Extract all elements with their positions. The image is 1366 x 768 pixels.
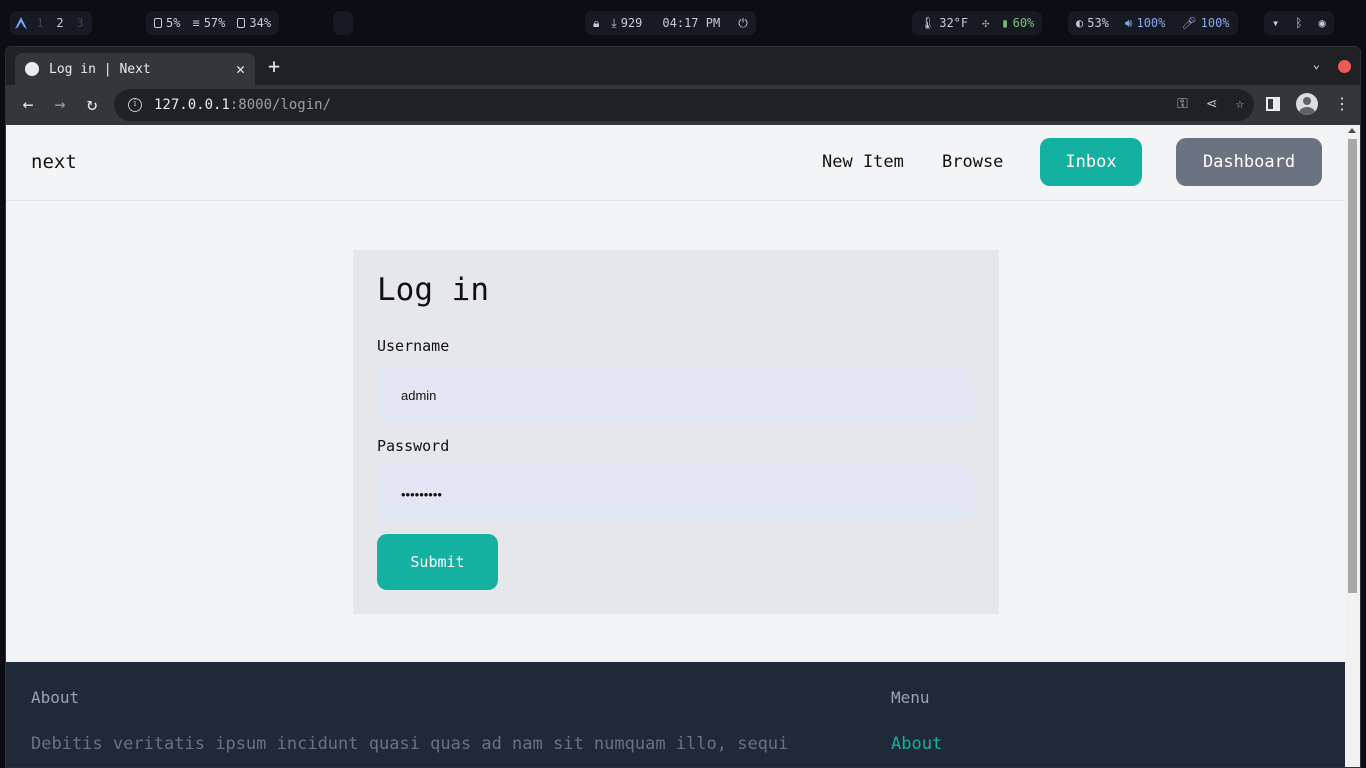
site-logo[interactable]: next <box>31 151 77 173</box>
hardware-module: 🌡︎ 32°F ✣ ▮ 60% <box>912 11 1043 35</box>
site-footer: About Debitis veritatis ipsum incidunt q… <box>6 662 1346 767</box>
back-icon[interactable]: ← <box>16 93 40 117</box>
nav-browse[interactable]: Browse <box>942 152 1003 172</box>
download-icon: ⤓ <box>611 15 617 30</box>
battery-value: 60% <box>1012 16 1035 30</box>
profile-icon[interactable] <box>1296 93 1318 115</box>
mic-icon: 🎤︎ <box>1181 16 1197 30</box>
workspace-1[interactable]: 1 <box>32 16 48 30</box>
info-icon[interactable]: i <box>128 98 142 112</box>
reload-icon[interactable]: ↻ <box>80 93 104 117</box>
fan-icon: ✣ <box>982 16 990 30</box>
scrollbar-thumb[interactable] <box>1348 139 1357 593</box>
url-path: :8000/login/ <box>229 97 332 113</box>
browser-toolbar: ← → ↻ i 127.0.0.1:8000/login/ ⚿ ⋖ ☆ ⋮ <box>6 85 1360 125</box>
empty-module <box>333 11 353 35</box>
url-host: 127.0.0.1 <box>154 97 230 113</box>
brightness-value[interactable]: 53% <box>1087 16 1109 30</box>
address-bar-actions: ⚿ ⋖ ☆ <box>1177 96 1244 112</box>
system-bar: 1 2 3 5% ≡ 57% 34% 🔒︎ ⤓ 929 04:17 PM ⏻ 🌡︎ 3… <box>0 0 1366 46</box>
kebab-menu-icon[interactable]: ⋮ <box>1334 96 1350 112</box>
arch-logo-icon[interactable] <box>14 16 28 30</box>
center-module: 🔒︎ ⤓ 929 04:17 PM ⏻ <box>585 11 756 35</box>
volume-value[interactable]: 100% <box>1136 16 1165 30</box>
scroll-up-arrow-icon[interactable] <box>1348 128 1356 133</box>
cpu-value: 5% <box>166 16 181 30</box>
key-icon[interactable]: ⚿ <box>1177 96 1188 112</box>
share-icon[interactable]: ⋖ <box>1206 96 1218 112</box>
workspace-3[interactable]: 3 <box>72 16 88 30</box>
tab-strip: Log in | Next ✕ + ⌄ <box>6 47 1360 85</box>
disk-value: 34% <box>249 16 272 30</box>
login-card: Log in Username Password Submit <box>353 250 999 614</box>
disk-icon <box>237 18 246 28</box>
battery-icon: ▮ <box>1001 16 1009 30</box>
downloads-value: 929 <box>620 16 643 30</box>
wifi-icon[interactable]: ▾ <box>1272 16 1279 30</box>
page-title: Log in <box>377 272 489 308</box>
volume-icon: 🔊︎ <box>1124 15 1133 30</box>
power-icon[interactable]: ⏻ <box>738 16 748 31</box>
globe-icon <box>25 62 39 76</box>
memory-icon: ≡ <box>192 16 200 30</box>
footer-about-text: Debitis veritatis ipsum incidunt quasi q… <box>31 734 789 754</box>
workspace-2[interactable]: 2 <box>52 16 68 30</box>
password-input[interactable] <box>377 466 973 522</box>
username-input[interactable] <box>377 367 973 423</box>
toolbar-right: ⋮ <box>1266 93 1350 115</box>
thermometer-icon: 🌡︎ <box>920 16 936 30</box>
inbox-button[interactable]: Inbox <box>1040 138 1142 186</box>
nav-new-item[interactable]: New Item <box>822 152 904 172</box>
audio-module: ◐ 53% 🔊︎ 100% 🎤︎ 100% <box>1068 11 1238 35</box>
footer-about-heading: About <box>31 688 80 707</box>
temperature-value: 32°F <box>939 16 969 30</box>
password-label: Password <box>377 437 450 455</box>
footer-link-about[interactable]: About <box>891 734 942 754</box>
tray-module: ▾ ᛒ ◉ <box>1264 11 1334 35</box>
address-bar[interactable]: i 127.0.0.1:8000/login/ ⚿ ⋖ ☆ <box>114 89 1254 121</box>
site-navbar: next New Item Browse Inbox Dashboard <box>6 125 1346 201</box>
tab-title: Log in | Next <box>49 61 151 77</box>
side-panel-icon[interactable] <box>1266 97 1280 111</box>
submit-button[interactable]: Submit <box>377 534 498 590</box>
memory-value: 57% <box>203 16 226 30</box>
username-label: Username <box>377 337 450 355</box>
page-scrollbar[interactable] <box>1345 125 1360 767</box>
lock-icon[interactable]: 🔒︎ <box>593 16 599 31</box>
workspace-switcher: 1 2 3 <box>10 11 92 35</box>
close-icon[interactable]: ✕ <box>236 60 245 78</box>
dashboard-button[interactable]: Dashboard <box>1176 138 1322 186</box>
brightness-icon: ◐ <box>1076 16 1084 30</box>
bluetooth-icon[interactable]: ᛒ <box>1295 16 1302 30</box>
chevron-down-icon[interactable]: ⌄ <box>1313 57 1320 71</box>
cpu-icon <box>154 18 162 28</box>
page-viewport: next New Item Browse Inbox Dashboard Log… <box>6 125 1346 767</box>
system-stats: 5% ≡ 57% 34% <box>146 11 280 35</box>
forward-icon[interactable]: → <box>48 93 72 117</box>
mic-value[interactable]: 100% <box>1201 16 1230 30</box>
window-close-button[interactable] <box>1338 60 1351 73</box>
footer-menu-heading: Menu <box>891 688 930 707</box>
star-icon[interactable]: ☆ <box>1236 96 1244 112</box>
tab-active[interactable]: Log in | Next ✕ <box>15 53 255 85</box>
plus-icon[interactable]: + <box>268 56 280 76</box>
settings-icon[interactable]: ◉ <box>1318 16 1325 30</box>
browser-window: Log in | Next ✕ + ⌄ ← → ↻ i 127.0.0.1:80… <box>5 46 1361 768</box>
clock: 04:17 PM <box>662 16 721 30</box>
